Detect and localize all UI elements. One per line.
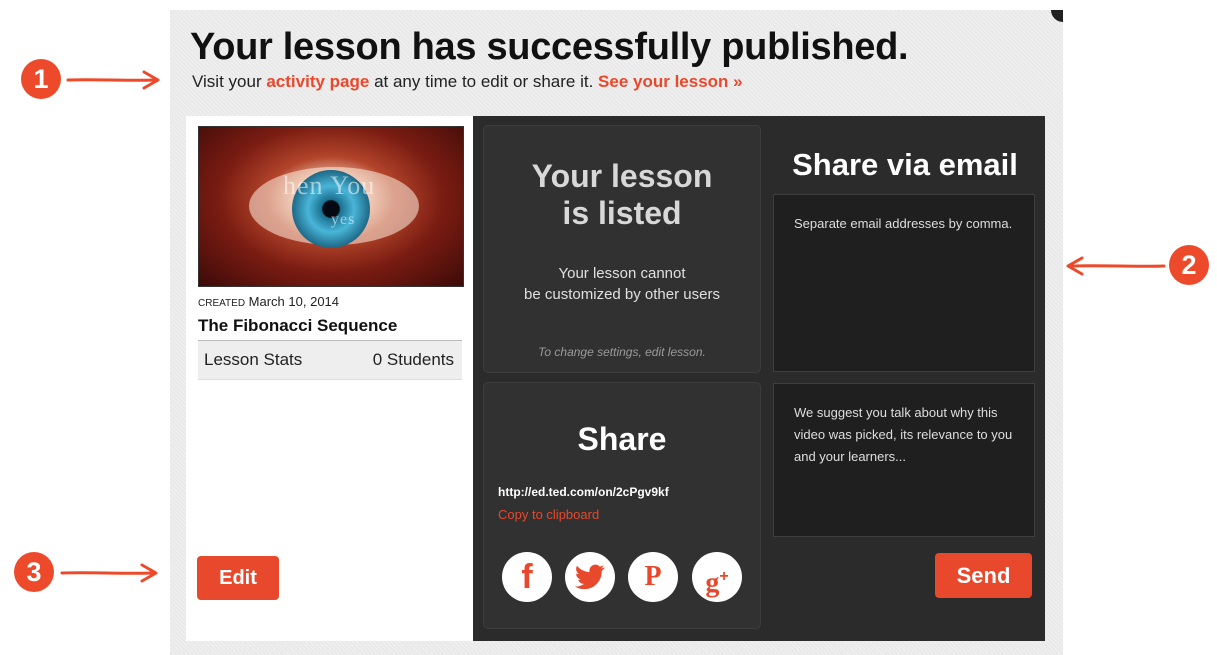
students-count: 0 Students [372, 350, 454, 369]
share-heading: Share [577, 421, 667, 457]
twitter-bird-glyph [574, 564, 605, 590]
share-card: Share http://ed.ted.com/on/2cPgv9kf Copy… [483, 382, 761, 629]
send-button[interactable]: Send [935, 553, 1032, 598]
annotation-marker-1: 1 [21, 59, 61, 99]
annotation-arrow-3 [60, 563, 158, 583]
created-date-value: March 10, 2014 [248, 294, 340, 309]
google-plus-icon[interactable]: g+ [692, 552, 742, 602]
listing-card: Your lesson is listed Your lesson cannot… [483, 125, 761, 373]
publish-modal: Your lesson has successfully published. … [170, 10, 1063, 655]
listing-heading-line1: Your lesson [531, 158, 713, 194]
lesson-card: hen You yes CREATED March 10, 2014 The F… [186, 116, 473, 641]
google-plus-sup: + [719, 568, 729, 585]
subtitle-prefix: Visit your [192, 72, 262, 91]
subtitle-middle: at any time to edit or share it. [374, 72, 594, 91]
thumbnail-overlay-text: hen You yes [283, 171, 375, 231]
lesson-title[interactable]: The Fibonacci Sequence [198, 316, 397, 336]
facebook-glyph: f [521, 558, 533, 596]
thumbnail-overlay-line2: yes [331, 211, 356, 228]
annotation-marker-3: 3 [14, 552, 54, 592]
copy-to-clipboard-link[interactable]: Copy to clipboard [498, 507, 599, 522]
email-addresses-field[interactable]: Separate email addresses by comma. [773, 194, 1035, 372]
listing-body-line2: be customized by other users [524, 286, 720, 303]
activity-page-link[interactable]: activity page [266, 72, 369, 91]
thumbnail-overlay-line1: hen You [283, 171, 376, 200]
listing-heading-line2: is listed [562, 195, 682, 231]
pinterest-glyph: P [644, 561, 662, 592]
lesson-thumbnail[interactable]: hen You yes [198, 126, 464, 287]
lesson-stats-label: Lesson Stats [204, 350, 303, 369]
pinterest-icon[interactable]: P [628, 552, 678, 602]
listing-note: To change settings, edit lesson. [538, 345, 706, 359]
facebook-icon[interactable]: f [502, 552, 552, 602]
listing-body-line1: Your lesson cannot [558, 265, 686, 282]
lesson-stats-row[interactable]: Lesson Stats 0 Students [198, 340, 462, 380]
created-label: CREATED [198, 298, 246, 309]
listing-description: Your lesson cannot be customized by othe… [484, 263, 760, 305]
email-heading: Share via email [792, 147, 1018, 182]
see-lesson-link[interactable]: See your lesson » [598, 72, 743, 91]
twitter-icon[interactable] [565, 552, 615, 602]
share-panel: Your lesson is listed Your lesson cannot… [473, 116, 1045, 641]
email-message-field[interactable]: We suggest you talk about why this video… [773, 383, 1035, 537]
annotation-arrow-1 [66, 70, 160, 90]
annotation-marker-2: 2 [1169, 245, 1209, 285]
listing-heading: Your lesson is listed [484, 158, 760, 232]
google-plus-glyph: g [705, 567, 720, 599]
edit-button[interactable]: Edit [197, 556, 279, 600]
share-url[interactable]: http://ed.ted.com/on/2cPgv9kf [498, 485, 669, 499]
annotation-arrow-2 [1066, 256, 1166, 276]
page-title: Your lesson has successfully published. [190, 26, 909, 68]
created-date: CREATED March 10, 2014 [198, 294, 339, 309]
close-icon[interactable] [1051, 10, 1063, 22]
subtitle: Visit your activity page at any time to … [192, 72, 743, 92]
